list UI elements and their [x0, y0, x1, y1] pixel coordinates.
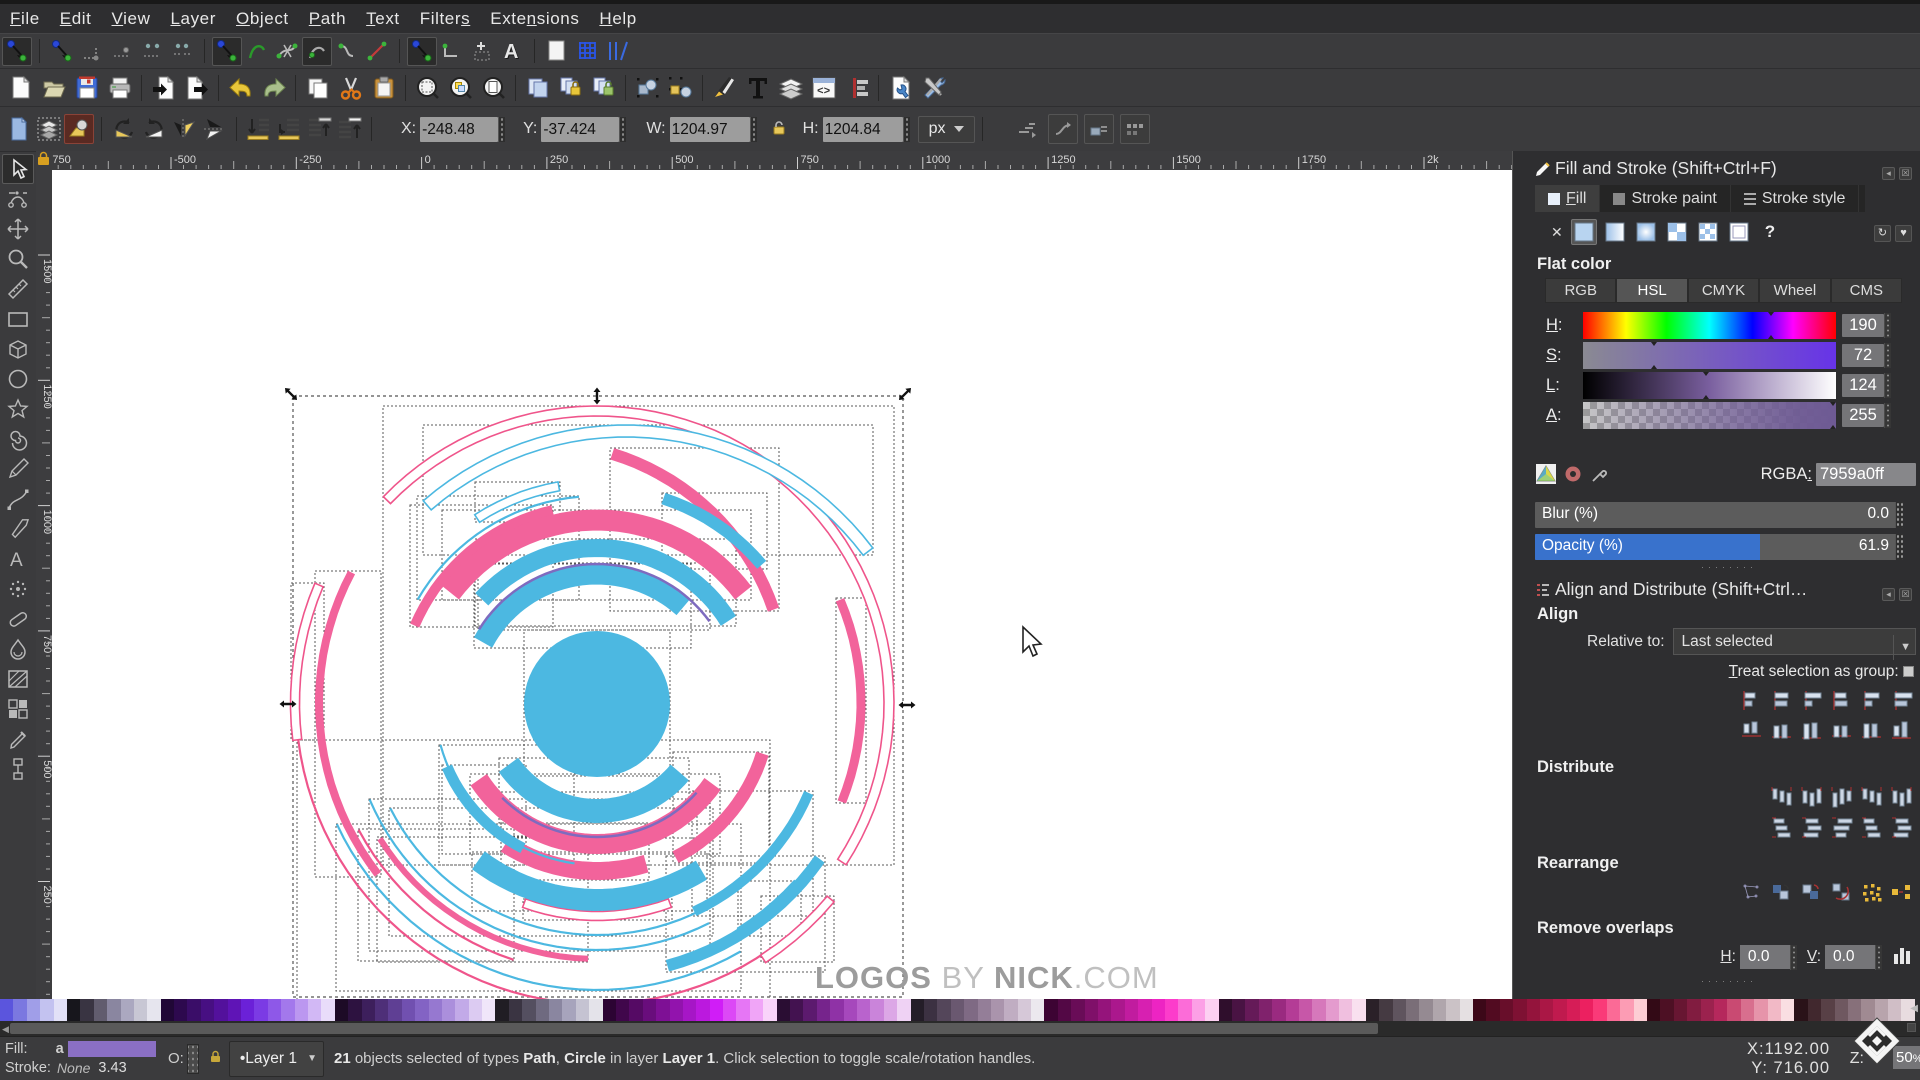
svg-text:750: 750	[801, 154, 819, 166]
svg-text:1750: 1750	[1302, 154, 1326, 166]
svg-text:LOGOS BY NICK.COM: LOGOS BY NICK.COM	[815, 960, 1159, 995]
svg-text:A: A	[504, 41, 518, 63]
svg-text:1000: 1000	[926, 154, 950, 166]
svg-text:-250: -250	[299, 154, 321, 166]
svg-text:500: 500	[41, 760, 52, 778]
svg-text:A: A	[10, 550, 23, 571]
svg-text:0: 0	[425, 154, 431, 166]
svg-text:<>: <>	[817, 86, 831, 98]
svg-text:750: 750	[41, 635, 52, 653]
svg-text:-500: -500	[174, 154, 196, 166]
svg-text:250: 250	[550, 154, 568, 166]
svg-text:1250: 1250	[1051, 154, 1075, 166]
svg-text:2k: 2k	[1427, 154, 1439, 166]
svg-text:-750: -750	[49, 154, 71, 166]
svg-text:1500: 1500	[1176, 154, 1200, 166]
svg-text:250: 250	[41, 886, 52, 904]
svg-text:500: 500	[675, 154, 693, 166]
